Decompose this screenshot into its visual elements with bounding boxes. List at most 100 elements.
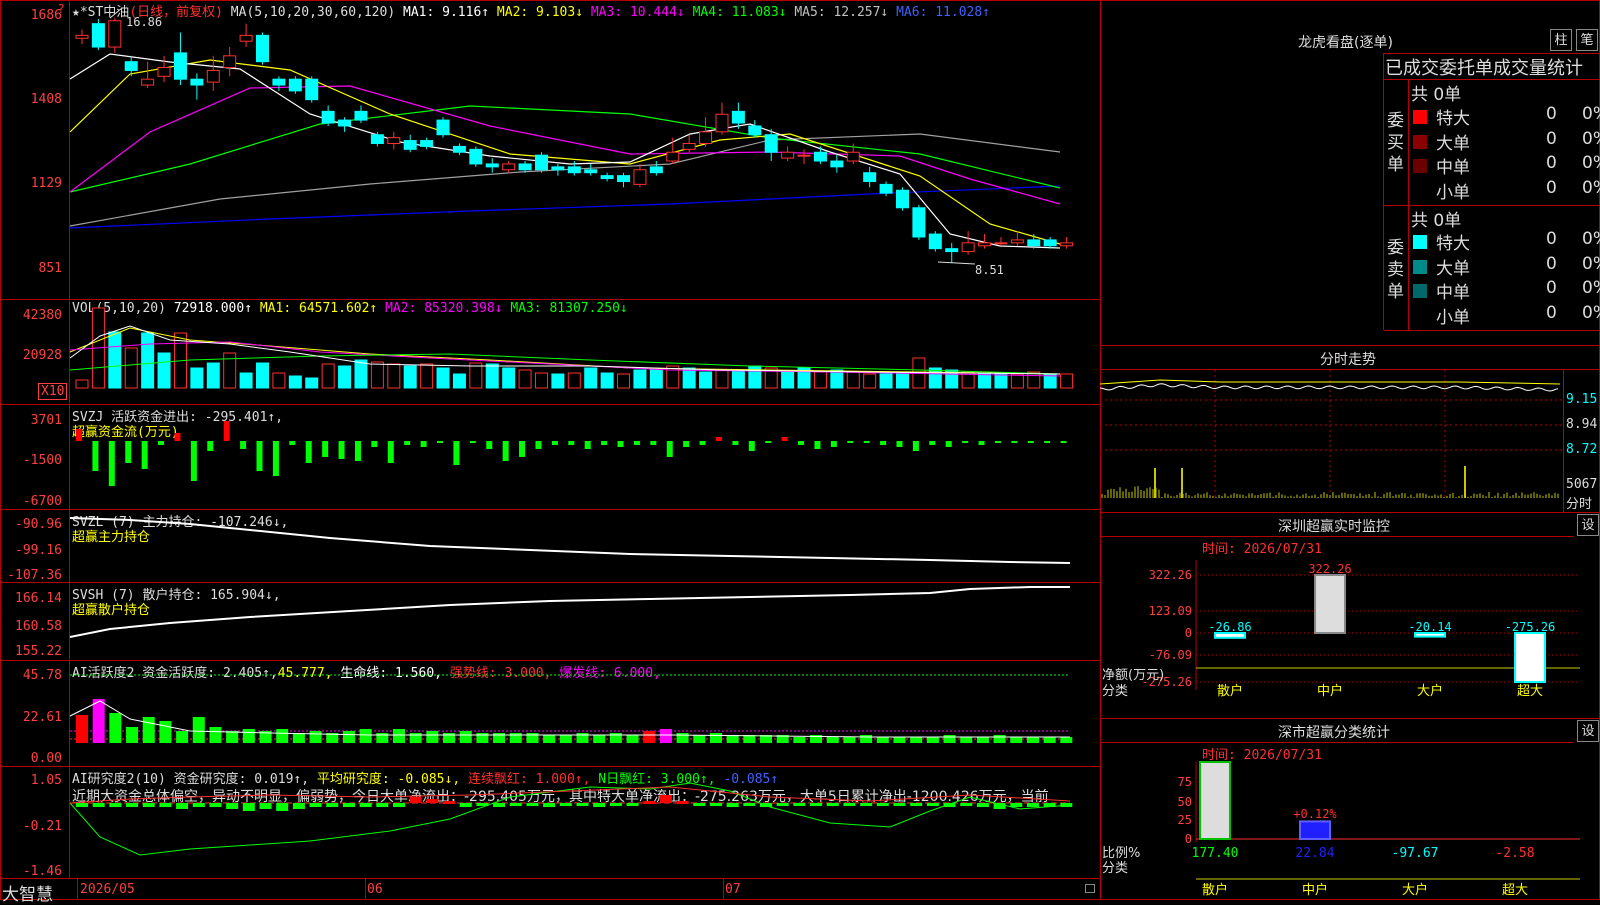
sz-monitor-title: 深圳超赢实时监控 <box>1278 516 1390 536</box>
category-label: 散户 <box>1217 683 1243 699</box>
net-bar <box>1315 575 1345 633</box>
tab-filled[interactable]: 已成交 <box>1385 58 1439 79</box>
row-name: 小单 <box>1436 178 1470 203</box>
row-count: 0 <box>1546 278 1557 298</box>
retail-holding-chart[interactable] <box>70 583 1101 660</box>
activity-bar <box>460 731 472 743</box>
candle-body <box>634 170 646 185</box>
volume-bar <box>995 374 1007 388</box>
lock-icon[interactable] <box>1085 884 1095 893</box>
candle-body <box>158 68 170 77</box>
brand-logo[interactable]: 大智慧 <box>2 880 53 905</box>
volume-bar <box>782 372 794 388</box>
y-tick: -0.21 <box>0 819 62 834</box>
activity-bar <box>1010 737 1022 743</box>
ma-line <box>70 186 1060 228</box>
research-bar <box>710 803 722 806</box>
candle-body <box>371 135 383 144</box>
ai-activity-chart[interactable] <box>70 661 1101 766</box>
flow-bar <box>683 441 689 447</box>
flow-bar <box>109 441 115 486</box>
buy-orders-label: 委买单 <box>1387 110 1405 176</box>
candle-body <box>174 53 186 79</box>
flow-bar <box>207 441 213 451</box>
flow-bar <box>732 441 738 445</box>
flow-bar <box>470 441 476 443</box>
divider <box>1563 369 1564 512</box>
candlestick-chart[interactable] <box>70 14 1101 299</box>
activity-bar <box>643 731 655 743</box>
candle-body <box>257 35 269 61</box>
flow-bar <box>765 441 771 443</box>
activity-bar <box>243 729 255 743</box>
volume-bar <box>289 376 301 388</box>
research-bar <box>660 795 672 803</box>
research-bar <box>226 803 238 809</box>
flow-bar <box>388 441 394 463</box>
y-tick: -1500 <box>0 453 62 468</box>
volume-bar <box>1028 372 1040 388</box>
candle-body <box>486 164 498 167</box>
research-bar <box>176 803 188 809</box>
tab-orders[interactable]: 委托单 <box>1439 58 1493 79</box>
divider <box>1100 742 1574 743</box>
money-flow-chart[interactable] <box>70 405 1101 509</box>
ma-line <box>70 86 1060 204</box>
row-pct: 0% <box>1582 178 1600 198</box>
category-label: 大户 <box>1402 882 1428 898</box>
ai-research-chart[interactable] <box>70 767 1101 878</box>
activity-bar <box>143 717 155 743</box>
candle-body <box>240 35 252 41</box>
flow-bar <box>404 441 410 445</box>
y-tick: -1.46 <box>0 864 62 879</box>
bar-mode-button[interactable]: 柱 <box>1550 29 1572 51</box>
settings-button[interactable]: 设 <box>1577 720 1599 742</box>
volume-bar <box>191 368 203 388</box>
research-bar <box>777 803 789 806</box>
settings-button[interactable]: 设 <box>1577 514 1599 536</box>
research-bar <box>310 803 322 807</box>
ma-line <box>70 106 1060 192</box>
activity-bar <box>360 729 372 743</box>
intraday-chart[interactable] <box>1100 370 1563 510</box>
bar-value-label: -26.86 <box>1208 620 1251 634</box>
ratio-bar-chart[interactable]: 75 50 25 0 +0.12% 177.40 22.84 -97.67 -2.58 比例%分类… <box>1100 762 1600 900</box>
flow-bar <box>552 441 558 445</box>
research-bar <box>93 803 105 807</box>
research-bar <box>143 803 155 807</box>
activity-bar <box>293 733 305 743</box>
activity-bar <box>877 737 889 743</box>
activity-bar <box>276 729 288 743</box>
activity-bar <box>1060 737 1072 743</box>
volume-bar <box>453 374 465 388</box>
research-bar <box>593 803 605 807</box>
research-bar <box>743 803 755 806</box>
activity-bar <box>310 731 322 743</box>
candle-body <box>896 190 908 208</box>
research-bar <box>326 803 338 807</box>
tick-mode-button[interactable]: 笔 <box>1576 29 1598 51</box>
candle-body <box>224 56 236 68</box>
buy-total: 共 0单 <box>1411 80 1461 105</box>
volume-bar <box>76 380 88 388</box>
activity-bar <box>209 727 221 743</box>
candle-body <box>782 152 794 158</box>
candle-body <box>1011 240 1023 243</box>
flow-bar <box>289 441 295 445</box>
candle-body <box>601 176 613 179</box>
candle-body <box>585 170 597 173</box>
y-axis-label: 净额(万元) <box>1102 668 1164 683</box>
flow-bar <box>913 441 919 451</box>
net-amount-bar-chart[interactable]: 322.26 123.09 0 -76.09 -275.26 -26.86 322.26 -2… <box>1100 555 1600 719</box>
y-tick: 25 <box>1178 813 1192 827</box>
flow-bar <box>257 441 263 471</box>
activity-bar <box>727 735 739 743</box>
flow-bar <box>486 441 492 449</box>
volume-bar <box>322 364 334 388</box>
tab-volume-stats[interactable]: 成交量统计 <box>1493 58 1583 79</box>
candle-body <box>339 120 351 126</box>
volume-chart[interactable] <box>70 300 1101 404</box>
main-holding-chart[interactable] <box>70 510 1101 582</box>
flow-bar <box>92 441 98 471</box>
candle-body <box>995 243 1007 244</box>
